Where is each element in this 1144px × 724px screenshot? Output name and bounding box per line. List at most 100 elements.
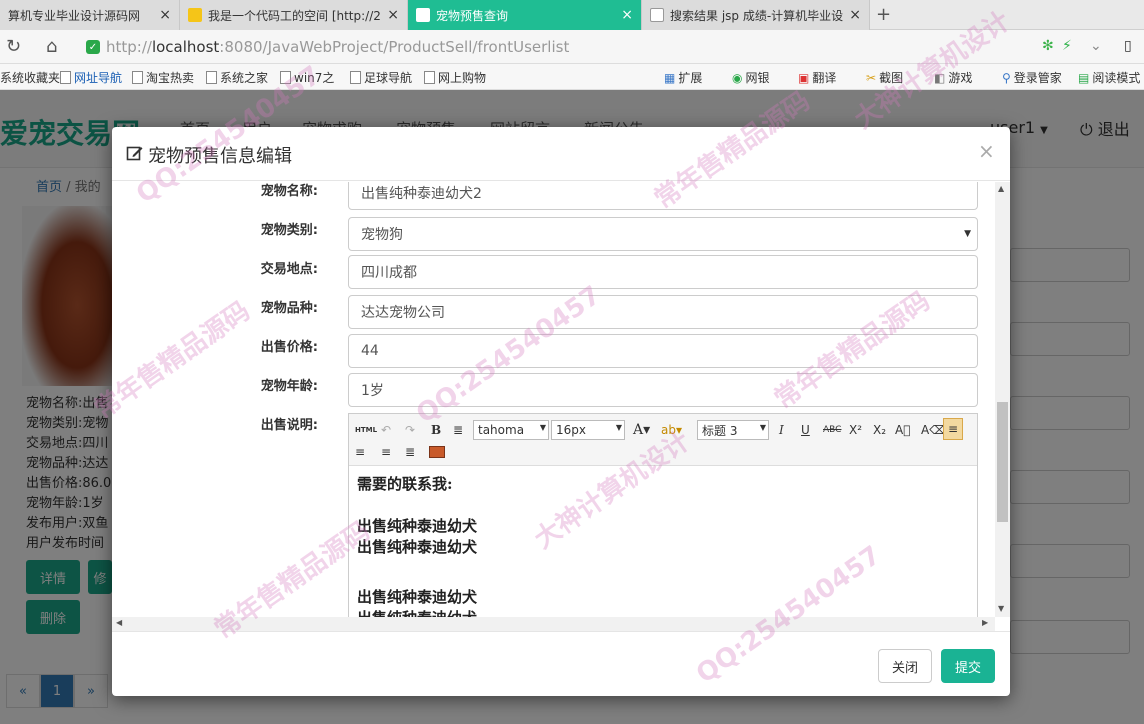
- modal-body: 宠物名称: 出售纯种泰迪幼犬2 宠物类别: 宠物狗 ▼ 交易地点: 四川成都 宠…: [112, 182, 995, 617]
- highlight-icon[interactable]: ab▾: [661, 420, 682, 440]
- align-left-icon[interactable]: ≡: [943, 418, 963, 440]
- star-icon: [188, 8, 202, 22]
- format-icon[interactable]: ≣: [453, 420, 463, 440]
- extension-icon[interactable]: ✻: [1042, 38, 1054, 54]
- lightning-icon[interactable]: ⚡: [1062, 38, 1072, 54]
- caret-down-icon: ▼: [539, 423, 546, 432]
- breed-input[interactable]: 达达宠物公司: [348, 295, 978, 329]
- scroll-right-icon[interactable]: ▶: [982, 618, 988, 627]
- bookmark-item[interactable]: win7之: [280, 69, 334, 86]
- breed-label: 宠物品种:: [260, 301, 318, 316]
- bookmark-item[interactable]: ▤ 阅读模式: [1078, 69, 1140, 86]
- pet-class-label: 宠物类别:: [260, 223, 318, 238]
- bookmark-item[interactable]: ▦ 扩展: [664, 69, 702, 86]
- page-icon: [206, 71, 217, 84]
- chevron-down-icon[interactable]: ⌄: [1090, 38, 1102, 54]
- url-path: :8080/JavaWebProject/ProductSell/frontUs…: [219, 38, 570, 56]
- align-center-icon[interactable]: ≡: [355, 442, 365, 462]
- close-button[interactable]: 关闭: [878, 649, 932, 683]
- align-right-icon[interactable]: ≡: [381, 442, 391, 462]
- bookmark-item[interactable]: ◧ 游戏: [934, 69, 972, 86]
- undo-icon[interactable]: ↶: [381, 420, 391, 440]
- clear-format-icon[interactable]: A⃠: [895, 420, 910, 440]
- url-host: localhost: [151, 38, 220, 56]
- close-icon[interactable]: ×: [159, 7, 171, 23]
- address-label: 交易地点:: [260, 262, 318, 277]
- home-icon[interactable]: ⌂: [46, 36, 57, 57]
- browser-tab-2[interactable]: 我是一个代码工的空间 [http://2 ×: [180, 0, 408, 30]
- address-input[interactable]: 四川成都: [348, 255, 978, 289]
- scroll-up-icon[interactable]: ▲: [998, 184, 1004, 193]
- bookmark-item[interactable]: 网上购物: [424, 69, 486, 86]
- price-label: 出售价格:: [260, 340, 318, 355]
- editor-toolbar: HTML ↶ ↷ B ≣ tahoma ▼ 16px ▼ A▾ ab▾ 标题 3 ▼ …: [349, 414, 977, 466]
- bookmark-item[interactable]: ◉ 网银: [732, 69, 770, 86]
- tab-title: 宠物预售查询: [436, 8, 509, 23]
- modal-vertical-scrollbar[interactable]: ▲ ▼: [995, 182, 1010, 617]
- scroll-left-icon[interactable]: ◀: [116, 618, 122, 627]
- page-icon: [350, 71, 361, 84]
- scroll-down-icon[interactable]: ▼: [998, 604, 1004, 613]
- bookmark-item[interactable]: 淘宝热卖: [132, 69, 194, 86]
- caret-down-icon: ▼: [615, 423, 622, 432]
- pet-name-label: 宠物名称:: [260, 184, 318, 199]
- submit-button[interactable]: 提交: [941, 649, 995, 683]
- new-tab-icon[interactable]: +: [876, 4, 891, 25]
- bookmark-item[interactable]: ⚲ 登录管家: [1002, 69, 1062, 86]
- bookmark-item[interactable]: ✂ 截图: [866, 69, 903, 86]
- close-icon[interactable]: ×: [387, 7, 399, 23]
- font-size-select[interactable]: 16px ▼: [551, 420, 625, 440]
- bookmark-item[interactable]: ▣ 翻译: [798, 69, 836, 86]
- page-icon: [416, 8, 430, 22]
- italic-icon[interactable]: I: [779, 420, 784, 440]
- heading-select[interactable]: 标题 3 ▼: [697, 420, 769, 440]
- modal-title: 宠物预售信息编辑: [148, 146, 292, 167]
- page-icon: [60, 71, 71, 84]
- address-bar-row: ↻ ⌂ ✓ http:// localhost :8080/JavaWebPro…: [0, 30, 1144, 64]
- url-scheme: http://: [106, 38, 152, 56]
- font-family-select[interactable]: tahoma ▼: [473, 420, 549, 440]
- editor-content[interactable]: 需要的联系我: 出售纯种泰迪幼犬 出售纯种泰迪幼犬 出售纯种泰迪幼犬 出售纯种泰…: [357, 474, 477, 617]
- browser-tab-3[interactable]: 宠物预售查询 ×: [408, 0, 642, 30]
- url-field[interactable]: ✓ http:// localhost :8080/JavaWebProject…: [86, 35, 1036, 59]
- redo-icon[interactable]: ↷: [405, 420, 415, 440]
- tab-title: 算机专业毕业设计源码网: [8, 8, 141, 23]
- bookmark-item[interactable]: 系统之家: [206, 69, 268, 86]
- tab-title: 搜索结果 jsp 成绩-计算机毕业设: [670, 8, 844, 23]
- justify-icon[interactable]: ≣: [405, 442, 415, 462]
- scissors-icon: ✂: [866, 70, 877, 85]
- age-input[interactable]: 1岁: [348, 373, 978, 407]
- pet-class-value: 宠物狗: [361, 227, 403, 243]
- close-icon[interactable]: ×: [849, 7, 861, 23]
- pet-class-select[interactable]: 宠物狗 ▼: [348, 217, 978, 251]
- html-source-button[interactable]: HTML: [355, 420, 377, 440]
- bold-icon[interactable]: B: [431, 420, 441, 440]
- browser-tab-1[interactable]: 算机专业毕业设计源码网 ×: [0, 0, 180, 30]
- menu-icon[interactable]: ▯: [1124, 38, 1132, 54]
- age-label: 宠物年龄:: [260, 379, 318, 394]
- modal-horizontal-scrollbar[interactable]: ◀ ▶: [112, 617, 995, 631]
- strikethrough-icon[interactable]: ABC: [823, 420, 841, 440]
- pet-name-input[interactable]: 出售纯种泰迪幼犬2: [348, 182, 978, 210]
- superscript-icon[interactable]: X²: [849, 420, 862, 440]
- translate-icon: ▣: [798, 70, 810, 85]
- close-icon[interactable]: ×: [621, 7, 633, 23]
- underline-icon[interactable]: U: [801, 420, 810, 440]
- bookmark-item[interactable]: 网址导航: [60, 69, 122, 86]
- shield-icon: ✓: [86, 40, 100, 54]
- browser-tab-4[interactable]: 搜索结果 jsp 成绩-计算机毕业设 ×: [642, 0, 870, 30]
- bookmark-item[interactable]: 系统收藏夹: [0, 69, 60, 86]
- scrollbar-thumb[interactable]: [997, 402, 1008, 522]
- book-icon: ▤: [1078, 70, 1090, 85]
- bank-icon: ◉: [732, 70, 743, 85]
- page-icon: [280, 71, 291, 84]
- price-input[interactable]: 44: [348, 334, 978, 368]
- close-icon[interactable]: ×: [978, 139, 995, 163]
- image-icon[interactable]: [429, 446, 445, 458]
- font-color-icon[interactable]: A▾: [633, 420, 650, 440]
- tab-title: 我是一个代码工的空间 [http://2: [208, 8, 381, 23]
- bookmark-item[interactable]: 足球导航: [350, 69, 412, 86]
- reload-icon[interactable]: ↻: [6, 36, 21, 57]
- subscript-icon[interactable]: X₂: [873, 420, 886, 440]
- search-icon: ⚲: [1002, 70, 1011, 85]
